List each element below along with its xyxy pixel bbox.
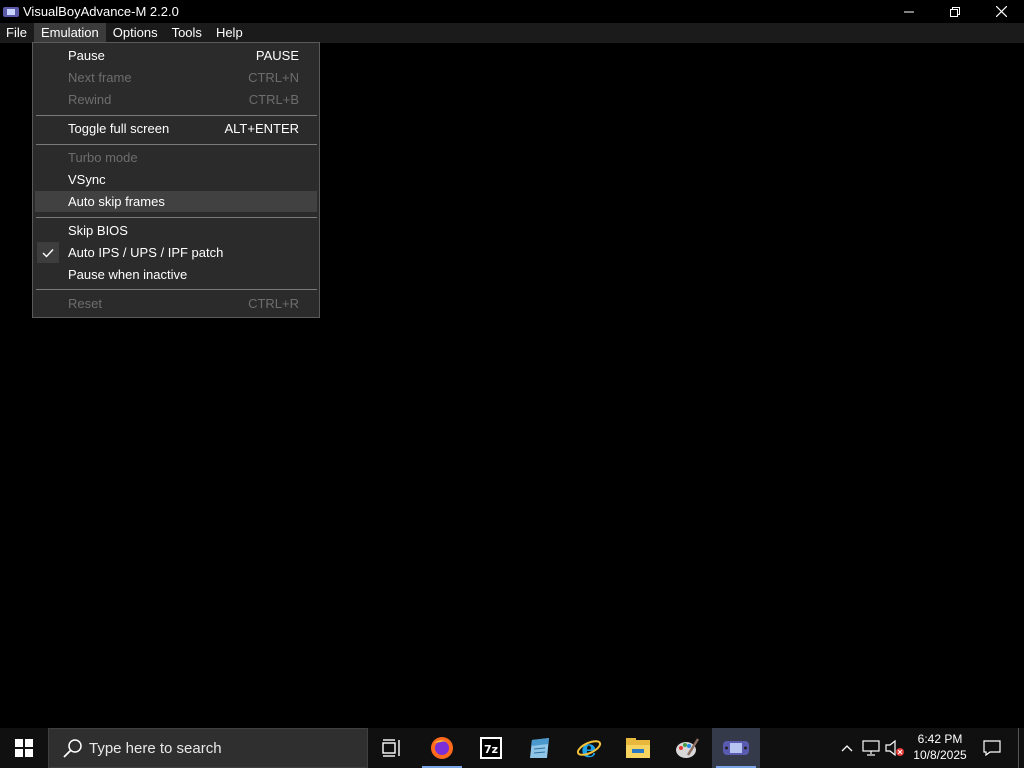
task-view-icon [382, 739, 400, 757]
taskbar-file-explorer[interactable] [614, 728, 662, 768]
volume-muted-icon [885, 740, 904, 756]
taskbar-clock[interactable]: 6:42 PM 10/8/2025 [906, 728, 974, 768]
checkmark-icon [37, 242, 59, 263]
taskbar-visualboyadvance[interactable] [712, 728, 760, 768]
menu-bar: File Emulation Options Tools Help [0, 23, 1024, 43]
clock-date: 10/8/2025 [913, 748, 967, 762]
app-icon [3, 6, 19, 18]
visualboyadvance-icon [723, 741, 749, 755]
task-view-button[interactable] [368, 728, 416, 768]
paint-icon [676, 738, 700, 758]
menu-tools[interactable]: Tools [165, 23, 209, 43]
svg-text:e: e [581, 735, 596, 761]
menu-item-turbo-mode[interactable]: Turbo mode [35, 147, 317, 168]
menu-item-vsync[interactable]: VSync [35, 169, 317, 190]
network-tray-button[interactable] [860, 728, 882, 768]
show-hidden-icons-button[interactable] [836, 728, 858, 768]
svg-text:7z: 7z [484, 743, 498, 756]
menu-item-pause[interactable]: Pause PAUSE [35, 45, 317, 66]
windows-logo-icon [15, 739, 33, 757]
internet-explorer-icon: e [576, 735, 602, 761]
menu-item-pause-when-inactive[interactable]: Pause when inactive [35, 264, 317, 285]
emulation-menu-dropdown: Pause PAUSE Next frame CTRL+N Rewind CTR… [32, 42, 320, 318]
menu-item-skip-bios[interactable]: Skip BIOS [35, 220, 317, 241]
menu-help[interactable]: Help [209, 23, 250, 43]
file-explorer-icon [626, 738, 650, 758]
notification-icon [983, 740, 1001, 756]
menu-emulation[interactable]: Emulation [33, 23, 106, 43]
taskbar-7zip[interactable]: 7z [467, 728, 515, 768]
menu-file[interactable]: File [0, 23, 34, 43]
title-bar: VisualBoyAdvance-M 2.2.0 [0, 0, 1024, 23]
firefox-icon [431, 737, 453, 759]
clock-time: 6:42 PM [917, 732, 963, 746]
volume-tray-button[interactable] [884, 728, 906, 768]
chevron-up-icon [841, 745, 853, 752]
notepad-icon [530, 738, 549, 758]
menu-separator [36, 289, 317, 290]
search-icon [63, 739, 82, 758]
menu-item-next-frame[interactable]: Next frame CTRL+N [35, 67, 317, 88]
taskbar-notepad[interactable] [516, 728, 564, 768]
7zip-icon: 7z [480, 737, 502, 759]
taskbar-firefox[interactable] [418, 728, 466, 768]
menu-item-toggle-full-screen[interactable]: Toggle full screen ALT+ENTER [35, 118, 317, 139]
taskbar-paint[interactable] [663, 728, 711, 768]
action-center-button[interactable] [976, 728, 1008, 768]
minimize-button[interactable] [886, 0, 932, 23]
restore-icon [950, 6, 960, 17]
taskbar: Type here to search 7z e 6:42 PM 10/8/20… [0, 728, 1024, 768]
minimize-icon [904, 11, 914, 12]
search-placeholder: Type here to search [89, 739, 222, 757]
menu-separator [36, 144, 317, 145]
menu-item-auto-skip-frames[interactable]: Auto skip frames [35, 191, 317, 212]
menu-item-rewind[interactable]: Rewind CTRL+B [35, 89, 317, 110]
menu-item-reset[interactable]: Reset CTRL+R [35, 293, 317, 314]
taskbar-internet-explorer[interactable]: e [565, 728, 613, 768]
menu-separator [36, 217, 317, 218]
menu-separator [36, 115, 317, 116]
window-title: VisualBoyAdvance-M 2.2.0 [23, 4, 179, 19]
close-button[interactable] [978, 0, 1024, 23]
restore-button[interactable] [932, 0, 978, 23]
menu-options[interactable]: Options [106, 23, 165, 43]
show-desktop-button[interactable] [1018, 728, 1019, 768]
close-icon [995, 6, 1007, 17]
network-icon [862, 740, 880, 756]
taskbar-search-box[interactable]: Type here to search [48, 728, 368, 768]
menu-item-auto-patch[interactable]: Auto IPS / UPS / IPF patch [35, 242, 317, 263]
start-button[interactable] [0, 728, 48, 768]
